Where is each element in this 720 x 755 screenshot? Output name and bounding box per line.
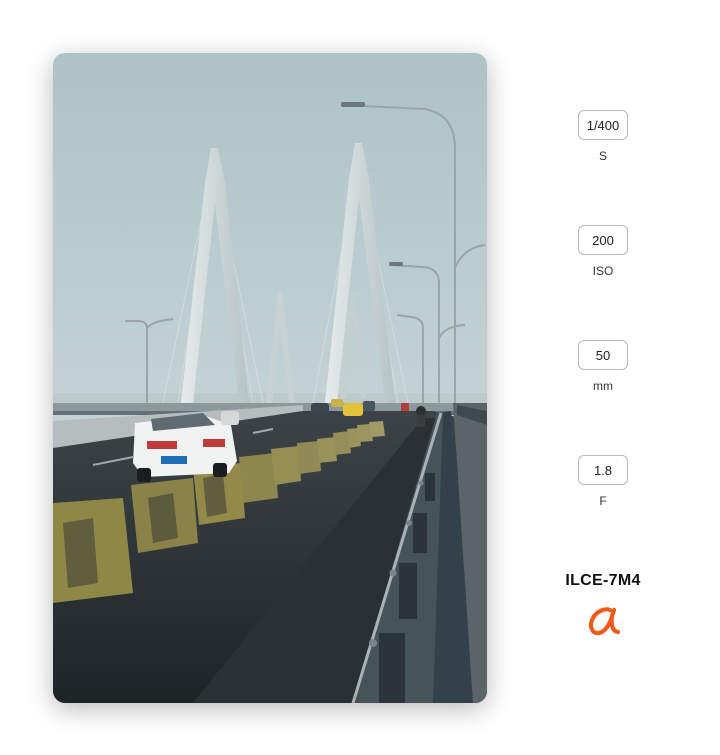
focal-length-spec: 50 mm <box>548 340 658 393</box>
aperture-value: 1.8 <box>578 455 628 485</box>
shutter-speed-value: 1/400 <box>578 110 628 140</box>
bridge-photo <box>53 53 487 703</box>
iso-unit: ISO <box>592 264 614 278</box>
aperture-unit: F <box>599 494 607 508</box>
photo-card <box>53 53 487 703</box>
shutter-speed-spec: 1/400 S <box>548 110 658 163</box>
sony-alpha-logo-icon <box>588 607 621 636</box>
focal-length-unit: mm <box>593 379 613 393</box>
shutter-speed-unit: S <box>598 149 607 163</box>
camera-model: ILCE-7M4 <box>565 572 641 589</box>
focal-length-value: 50 <box>578 340 628 370</box>
iso-spec: 200 ISO <box>548 225 658 278</box>
exif-panel: 1/400 S 200 ISO 50 mm 1.8 F ILCE-7M4 <box>548 0 658 755</box>
aperture-spec: 1.8 F <box>548 455 658 508</box>
iso-value: 200 <box>578 225 628 255</box>
